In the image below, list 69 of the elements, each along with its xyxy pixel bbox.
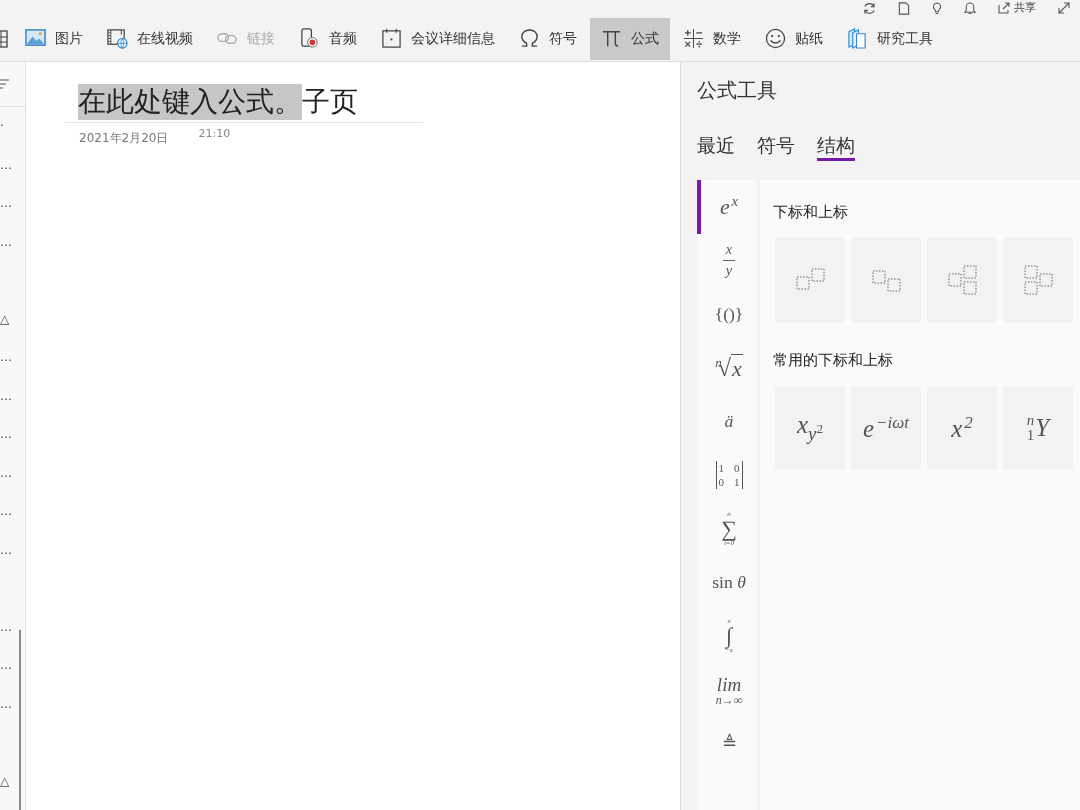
formula-category-button[interactable]: ≜: [697, 716, 757, 771]
page-tab[interactable]: …: [0, 195, 14, 212]
ribbon-button[interactable]: 符号: [508, 17, 588, 60]
lightbulb-icon: [932, 1, 942, 15]
panel-tab[interactable]: 最近: [697, 133, 735, 161]
phone-record-icon: [299, 28, 320, 49]
panel-tab[interactable]: 结构: [817, 133, 855, 161]
math-operators-icon: [683, 28, 704, 49]
selected-title-text[interactable]: 在此处键入公式。: [78, 84, 302, 120]
formula-category-button[interactable]: sin θ: [697, 555, 757, 610]
page-date: 2021年2月20日: [79, 131, 169, 146]
film-globe-icon: [107, 28, 128, 49]
share-icon: [998, 2, 1010, 14]
landscape-picture-icon: [25, 28, 46, 49]
calendar-icon: [381, 28, 402, 49]
structure-template-button[interactable]: [851, 238, 921, 322]
structure-template-button[interactable]: [775, 238, 845, 322]
page-tab[interactable]: …: [0, 503, 14, 520]
ribbon-button[interactable]: 贴纸: [754, 17, 834, 60]
expand-icon: [1058, 2, 1070, 14]
document-icon: [898, 1, 910, 15]
page-tab[interactable]: △: [0, 772, 12, 789]
ribbon-button[interactable]: 会议详细信息: [370, 17, 506, 60]
share-button[interactable]: 共享: [998, 1, 1036, 15]
formula-category-button[interactable]: 1 0 0 1: [697, 448, 757, 503]
sync-icon: [863, 1, 876, 15]
ribbon-button[interactable]: 图片: [14, 17, 94, 60]
formula-category-button[interactable]: ä: [697, 394, 757, 449]
page-tab[interactable]: △: [0, 310, 12, 327]
smiley-icon: [765, 28, 786, 49]
page-tab[interactable]: …: [0, 618, 14, 635]
sort-lines-icon: [0, 79, 9, 89]
page-tab[interactable]: …: [0, 233, 14, 250]
grid-icon: [0, 28, 8, 49]
page-tab[interactable]: …: [0, 387, 14, 404]
formula-template-button[interactable]: e$^{−iωt}$: [851, 386, 921, 470]
page-tab[interactable]: …: [0, 695, 14, 712]
page-tab[interactable]: …: [0, 657, 14, 674]
structure-template-button[interactable]: [927, 238, 997, 322]
bell-icon: [964, 1, 976, 15]
page-tab[interactable]: …: [0, 541, 14, 558]
dotted-boxes-icon: [1023, 265, 1053, 295]
page-tab[interactable]: …: [0, 349, 14, 366]
panel-tab[interactable]: 符号: [757, 133, 795, 161]
ribbon-button[interactable]: 研究工具: [836, 17, 944, 60]
page-tab[interactable]: …: [0, 426, 14, 443]
pi-icon: [601, 28, 622, 49]
page-tab[interactable]: …: [0, 464, 14, 481]
ribbon-button[interactable]: 在线视频: [96, 17, 204, 60]
page-tab[interactable]: …: [0, 156, 14, 173]
page-title-text[interactable]: 子页: [302, 84, 358, 120]
formula-category-button[interactable]: lim n→∞: [697, 663, 757, 717]
section-heading: 常用的下标和上标: [773, 350, 893, 370]
dotted-boxes-icon: [947, 265, 977, 295]
stacked-pages-icon: [847, 28, 868, 49]
formula-category-button[interactable]: x y: [697, 233, 757, 288]
section-heading: 下标和上标: [773, 202, 848, 222]
formula-category-button[interactable]: {()}: [697, 287, 757, 342]
scrollbar-thumb[interactable]: [19, 630, 21, 810]
ribbon-button[interactable]: 数学: [672, 17, 752, 60]
page-tab[interactable]: ·: [0, 118, 6, 135]
panel-title: 公式工具: [697, 77, 777, 103]
ribbon-button[interactable]: 公式: [590, 17, 670, 60]
ribbon-button[interactable]: 音频: [288, 17, 368, 60]
structure-template-button[interactable]: [1003, 238, 1073, 322]
formula-template-button[interactable]: x$^{2}$: [927, 386, 997, 470]
omega-icon: [519, 28, 540, 49]
page-time: 21:10: [198, 127, 231, 141]
formula-category-button[interactable]: $^{n}$√x: [697, 341, 757, 395]
